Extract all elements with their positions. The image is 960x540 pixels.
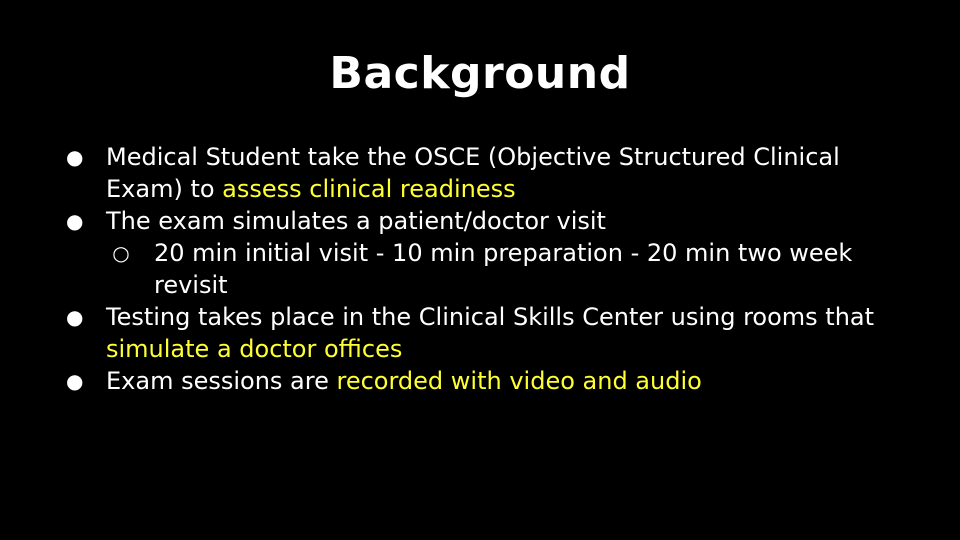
bullet-list: ● Medical Student take the OSCE (Objecti… xyxy=(0,141,960,397)
bullet-item: ● The exam simulates a patient/doctor vi… xyxy=(0,205,960,237)
sub-bullet-text: 20 min initial visit - 10 min preparatio… xyxy=(154,239,853,299)
bullet-text-plain: Testing takes place in the Clinical Skil… xyxy=(106,303,875,331)
slide: Background ● Medical Student take the OS… xyxy=(0,0,960,540)
filled-circle-bullet-icon: ● xyxy=(66,145,84,169)
bullet-text-highlight: simulate a doctor offices xyxy=(106,335,403,363)
filled-circle-bullet-icon: ● xyxy=(66,369,84,393)
bullet-text-highlight: assess clinical readiness xyxy=(222,175,516,203)
filled-circle-bullet-icon: ● xyxy=(66,305,84,329)
slide-title: Background xyxy=(329,48,631,99)
bullet-text: Testing takes place in the Clinical Skil… xyxy=(106,301,896,365)
filled-circle-bullet-icon: ● xyxy=(66,209,84,233)
bullet-item: ● Medical Student take the OSCE (Objecti… xyxy=(0,141,960,205)
bullet-item: ● Exam sessions are recorded with video … xyxy=(0,365,960,397)
bullet-text: Exam sessions are recorded with video an… xyxy=(106,365,896,397)
bullet-text-plain: Exam sessions are xyxy=(106,367,337,395)
hollow-circle-bullet-icon: ○ xyxy=(112,241,130,265)
sub-bullet-item: ○ 20 min initial visit - 10 min preparat… xyxy=(0,237,960,301)
bullet-text-highlight: recorded with video and audio xyxy=(336,367,702,395)
bullet-text: Medical Student take the OSCE (Objective… xyxy=(106,141,896,205)
bullet-text: The exam simulates a patient/doctor visi… xyxy=(106,207,606,235)
bullet-item: ● Testing takes place in the Clinical Sk… xyxy=(0,301,960,365)
